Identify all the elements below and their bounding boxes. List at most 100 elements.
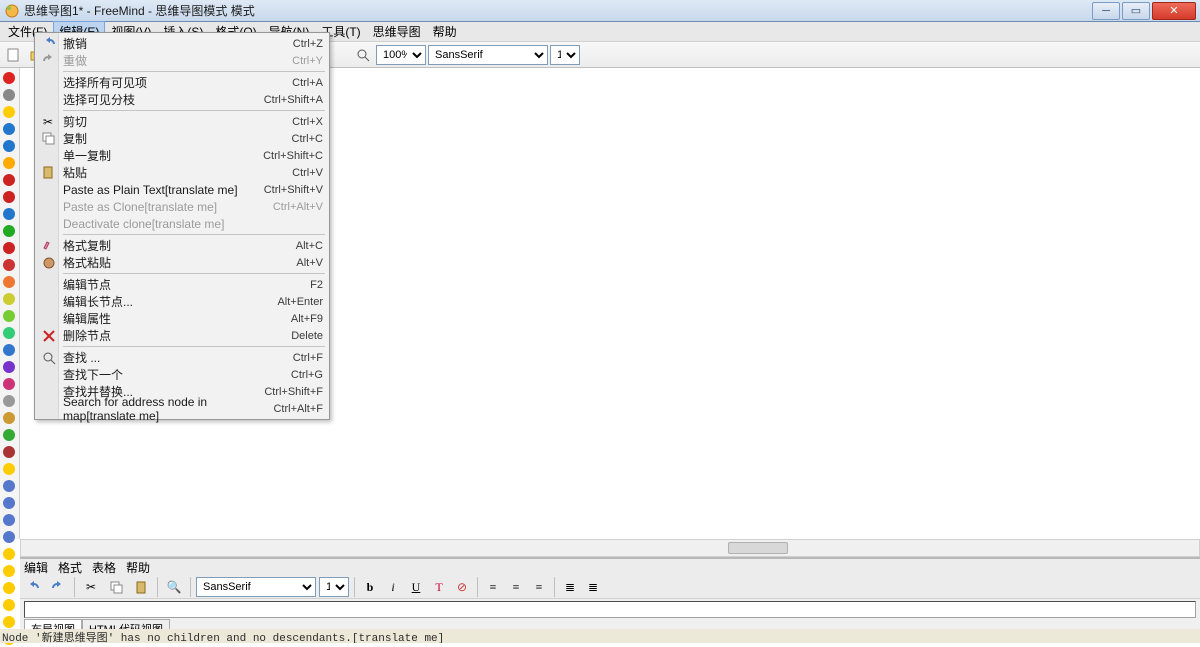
smile3-icon[interactable]	[1, 580, 17, 596]
home-icon[interactable]	[1, 478, 17, 494]
menuitem-19[interactable]: 编辑属性Alt+F9	[37, 310, 327, 327]
p7-icon[interactable]	[1, 359, 17, 375]
minus-icon[interactable]	[1, 189, 17, 205]
scrollbar-thumb[interactable]	[728, 542, 788, 554]
pi-icon[interactable]	[1, 393, 17, 409]
note-panel: 编辑格式表格帮助 ✂ 🔍 SansSerif 12 b i U T ⊘ ≡ ≡ …	[20, 557, 1200, 629]
bold-button[interactable]: b	[360, 577, 380, 597]
menuitem-23[interactable]: 查找下一个Ctrl+G	[37, 366, 327, 383]
close-button[interactable]: ✕	[1152, 2, 1196, 20]
info-icon[interactable]	[1, 206, 17, 222]
menuitem-shortcut: Alt+C	[296, 240, 323, 252]
svg-text:✂: ✂	[43, 115, 53, 129]
menuitem-10[interactable]: Paste as Plain Text[translate me]Ctrl+Sh…	[37, 181, 327, 198]
star-icon[interactable]	[1, 461, 17, 477]
menuitem-22[interactable]: 查找 ...Ctrl+F	[37, 349, 327, 366]
align-center-button[interactable]: ≡	[506, 577, 526, 597]
note-input[interactable]	[24, 601, 1196, 618]
menuitem-7[interactable]: 复制Ctrl+C	[37, 130, 327, 147]
list-ol-button[interactable]: ≣	[583, 577, 603, 597]
warn-icon[interactable]	[1, 155, 17, 171]
arrow-l-icon[interactable]	[1, 495, 17, 511]
menuitem-18[interactable]: 编辑长节点...Alt+Enter	[37, 293, 327, 310]
note-menu-2[interactable]: 表格	[92, 559, 116, 576]
new-button[interactable]	[2, 44, 24, 66]
menuitem-20[interactable]: 删除节点Delete	[37, 327, 327, 344]
flag2-icon[interactable]	[1, 444, 17, 460]
find-icon	[41, 350, 57, 366]
menuitem-3[interactable]: 选择所有可见项Ctrl+A	[37, 74, 327, 91]
menuitem-shortcut: Ctrl+C	[292, 133, 323, 145]
stop-icon[interactable]	[1, 172, 17, 188]
trash-icon[interactable]	[1, 87, 17, 103]
smile5-icon[interactable]	[1, 614, 17, 630]
menuitem-label: 重做	[63, 52, 292, 69]
align-left-button[interactable]: ≡	[483, 577, 503, 597]
list-ul-button[interactable]: ≣	[560, 577, 580, 597]
smile1-icon[interactable]	[1, 546, 17, 562]
flag-icon[interactable]	[1, 427, 17, 443]
horizontal-scrollbar[interactable]	[20, 539, 1200, 557]
menuitem-17[interactable]: 编辑节点F2	[37, 276, 327, 293]
menuitem-label: 选择所有可见项	[63, 74, 292, 91]
menuitem-label: 格式粘贴	[63, 254, 296, 271]
statusbar: Node '新建思维导图' has no children and no des…	[0, 629, 1200, 643]
menuitem-label: 剪切	[63, 113, 292, 130]
underline-button[interactable]: U	[406, 577, 426, 597]
menuitem-11: Paste as Clone[translate me]Ctrl+Alt+V	[37, 198, 327, 215]
p1-icon[interactable]	[1, 257, 17, 273]
menuitem-6[interactable]: ✂剪切Ctrl+X	[37, 113, 327, 130]
menuitem-15[interactable]: 格式粘贴Alt+V	[37, 254, 327, 271]
italic-button[interactable]: i	[383, 577, 403, 597]
check-icon[interactable]	[1, 223, 17, 239]
note-menu-0[interactable]: 编辑	[24, 559, 48, 576]
note-menu-3[interactable]: 帮助	[126, 559, 150, 576]
p2-icon[interactable]	[1, 274, 17, 290]
minimize-button[interactable]: ─	[1092, 2, 1120, 20]
arrow-r-icon[interactable]	[1, 512, 17, 528]
smile2-icon[interactable]	[1, 563, 17, 579]
p6-icon[interactable]	[1, 342, 17, 358]
p5-icon[interactable]	[1, 325, 17, 341]
copy-button[interactable]	[105, 576, 127, 598]
align-right-button[interactable]: ≡	[529, 577, 549, 597]
menuitem-4[interactable]: 选择可见分枝Ctrl+Shift+A	[37, 91, 327, 108]
note-menu-1[interactable]: 格式	[58, 559, 82, 576]
delete-icon	[41, 328, 57, 344]
menuitem-9[interactable]: 粘贴Ctrl+V	[37, 164, 327, 181]
menu-8[interactable]: 帮助	[427, 21, 463, 42]
x-red-icon[interactable]	[1, 70, 17, 86]
menuitem-0[interactable]: 撤销Ctrl+Z	[37, 35, 327, 52]
menuitem-14[interactable]: 格式复制Alt+C	[37, 237, 327, 254]
paste-button[interactable]	[130, 576, 152, 598]
zoom-select[interactable]: 100%	[376, 45, 426, 65]
question-icon[interactable]	[1, 121, 17, 137]
find-button[interactable]: 🔍	[163, 576, 185, 598]
menuitem-8[interactable]: 单一复制Ctrl+Shift+C	[37, 147, 327, 164]
menuitem-25[interactable]: Search for address node in map[translate…	[37, 400, 327, 417]
cut-button[interactable]: ✂	[80, 576, 102, 598]
fontsize-select[interactable]: 12	[550, 45, 580, 65]
menu-7[interactable]: 思维导图	[367, 21, 427, 42]
redo-button[interactable]	[47, 576, 69, 598]
menuitem-label: 编辑节点	[63, 276, 310, 293]
p4-icon[interactable]	[1, 308, 17, 324]
p3-icon[interactable]	[1, 291, 17, 307]
undo-button[interactable]	[22, 576, 44, 598]
font-select[interactable]: SansSerif	[428, 45, 548, 65]
exclaim-icon[interactable]	[1, 138, 17, 154]
menuitem-shortcut: Ctrl+F	[293, 352, 323, 364]
lock-icon[interactable]	[1, 410, 17, 426]
p0-icon[interactable]	[1, 376, 17, 392]
maximize-button[interactable]: ▭	[1122, 2, 1150, 20]
note-font-select[interactable]: SansSerif	[196, 577, 316, 597]
bulb-icon[interactable]	[1, 104, 17, 120]
clear-fmt-button[interactable]: ⊘	[452, 577, 472, 597]
zoom-icon[interactable]	[352, 44, 374, 66]
menuitem-label: 单一复制	[63, 147, 263, 164]
smile4-icon[interactable]	[1, 597, 17, 613]
note-fontsize-select[interactable]: 12	[319, 577, 349, 597]
cross-icon[interactable]	[1, 240, 17, 256]
arrow-u-icon[interactable]	[1, 529, 17, 545]
color-button[interactable]: T	[429, 577, 449, 597]
